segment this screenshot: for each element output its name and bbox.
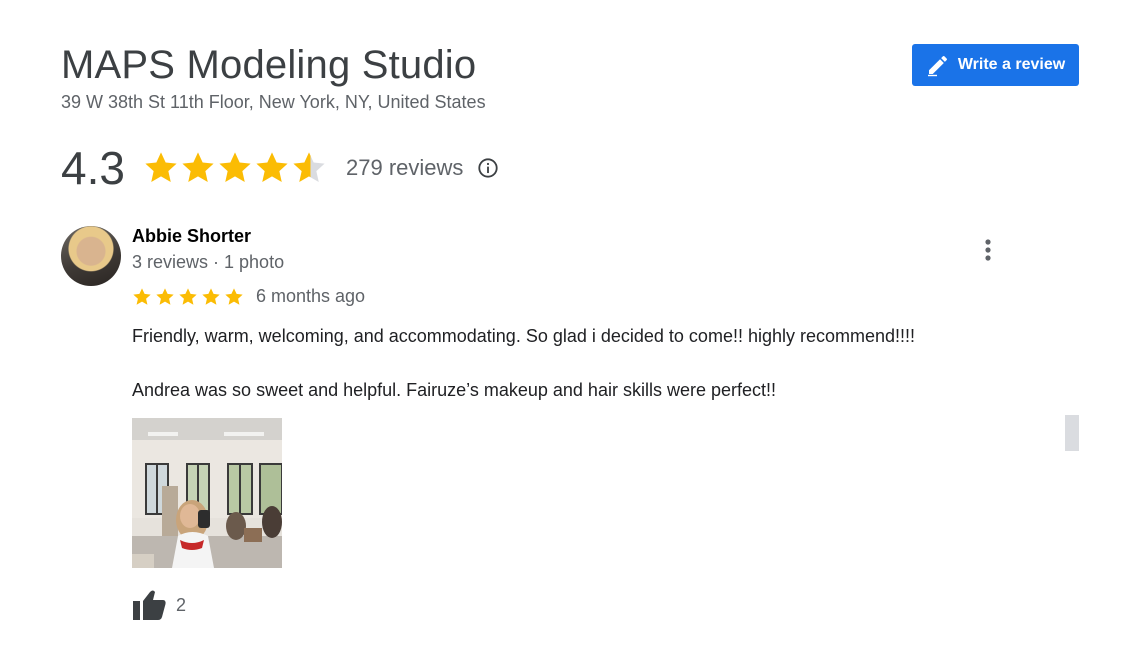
pencil-icon: [927, 55, 947, 77]
scrollbar-thumb[interactable]: [1065, 415, 1079, 451]
star-icon: [256, 152, 288, 182]
write-review-label: Write a review: [957, 56, 1066, 73]
review-photo-image: [132, 418, 282, 568]
review-paragraph: Andrea was so sweet and helpful. Fairuze…: [132, 380, 776, 400]
star-icon: [145, 152, 177, 182]
reviewer-name[interactable]: Abbie Shorter: [132, 226, 251, 247]
place-title: MAPS Modeling Studio: [61, 43, 477, 87]
like-count: 2: [176, 594, 187, 615]
rating-summary: 4.3 279 reviews: [61, 138, 499, 198]
average-rating: 4.3: [61, 142, 125, 194]
review-star-icon: [156, 287, 174, 305]
review-star-icon: [133, 287, 151, 305]
reviews-panel: MAPS Modeling Studio 39 W 38th St 11th F…: [0, 0, 1132, 651]
review-text: Friendly, warm, welcoming, and accommoda…: [132, 323, 1032, 431]
review-star-icon: [225, 287, 243, 305]
average-rating-stars: [143, 150, 327, 186]
review-stars: [132, 287, 244, 307]
reviewer-meta: 3 reviews · 1 photo: [132, 252, 285, 272]
more-vert-icon[interactable]: [976, 237, 1000, 263]
review-count[interactable]: 279 reviews: [346, 155, 463, 181]
avatar[interactable]: [61, 226, 121, 286]
like-row: 2: [132, 589, 186, 621]
star-icon: [293, 152, 325, 182]
thumbs-up-icon[interactable]: [132, 589, 166, 621]
review-photo[interactable]: [132, 418, 282, 568]
review-star-icon: [179, 287, 197, 305]
write-review-button[interactable]: Write a review: [912, 44, 1079, 86]
review-paragraph: Friendly, warm, welcoming, and accommoda…: [132, 326, 916, 346]
star-icon: [219, 152, 251, 182]
info-icon[interactable]: [477, 157, 499, 179]
review-star-icon: [202, 287, 220, 305]
place-address: 39 W 38th St 11th Floor, New York, NY, U…: [61, 92, 486, 112]
review-rating-row: 6 months ago: [132, 286, 365, 307]
review-date: 6 months ago: [256, 286, 366, 306]
star-icon: [182, 152, 214, 182]
